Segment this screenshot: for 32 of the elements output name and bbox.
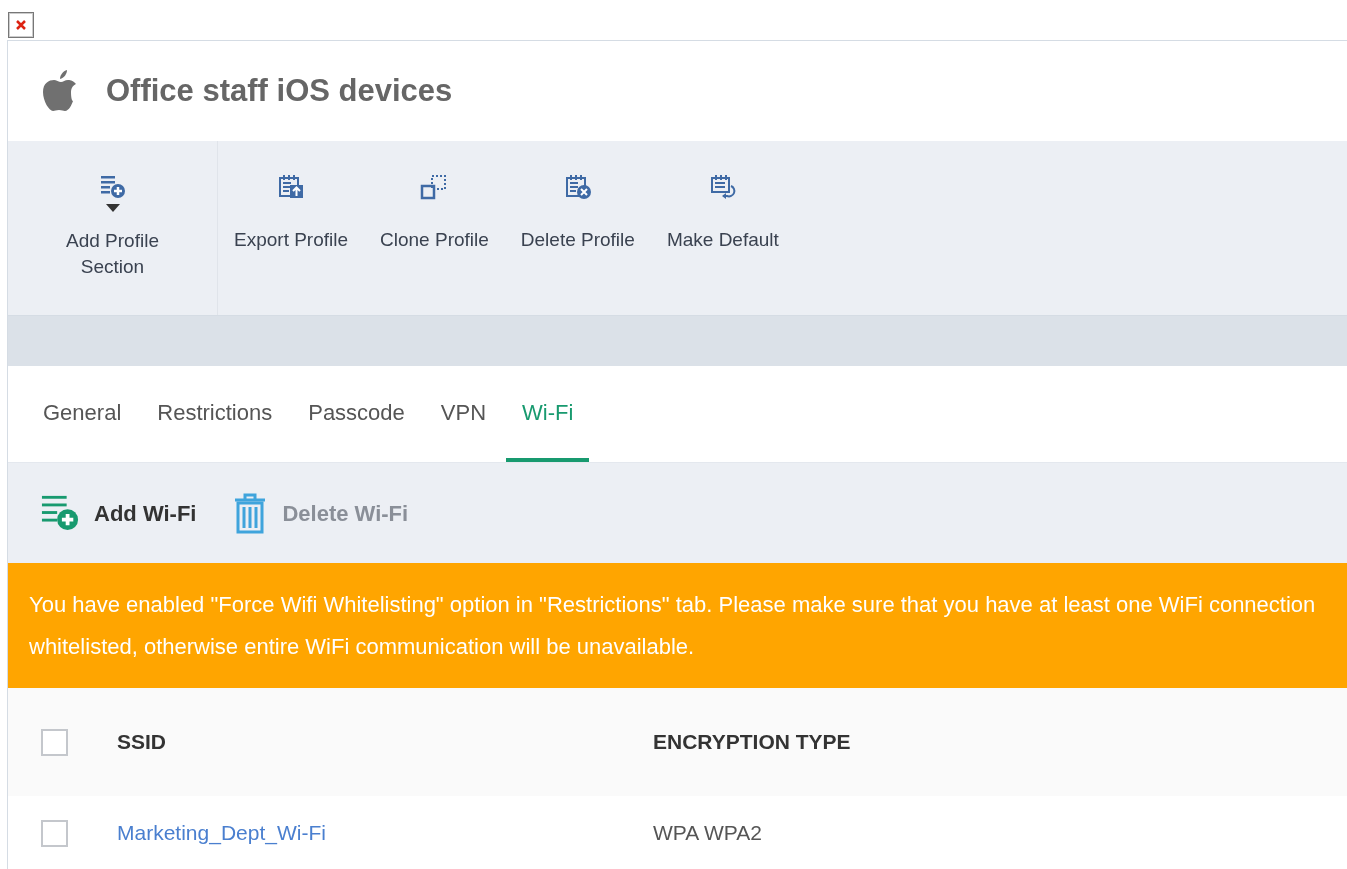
warning-message: You have enabled "Force Wifi Whitelisting" option in "Restrictions" tab. Please make sure that you have at least one WiFi connection whitelisted, otherwise entire WiFi communication will be unavailable. xyxy=(29,590,1317,661)
column-header: ENCRYPTION TYPE xyxy=(653,729,851,756)
toolbar-label: Export Profile xyxy=(234,228,349,252)
toolbar-button[interactable]: Delete Profile xyxy=(504,141,651,315)
tab[interactable]: Restrictions xyxy=(141,367,289,462)
tab[interactable]: VPN xyxy=(424,367,503,462)
profile-title: Office staff iOS devices xyxy=(106,71,453,110)
clipboard-delete-icon xyxy=(563,173,592,201)
tab[interactable]: Passcode xyxy=(292,367,421,462)
apple-icon xyxy=(40,69,78,113)
checkbox[interactable] xyxy=(41,728,68,756)
toolbar-label: Clone Profile xyxy=(380,228,489,252)
column-header: SSID xyxy=(117,729,167,756)
toolbar-button[interactable]: Make Default xyxy=(650,141,795,315)
toolbar-label: Make Default xyxy=(666,228,779,252)
tab[interactable]: General xyxy=(27,367,138,462)
toolbar-button[interactable]: Add Profile Section xyxy=(8,141,218,315)
broken-image-icon xyxy=(8,12,34,38)
toolbar-label: Add Profile Section xyxy=(65,229,160,279)
toolbar-button[interactable]: Export Profile xyxy=(218,141,365,315)
checkbox[interactable] xyxy=(41,819,68,847)
ssid-link[interactable]: Marketing_Dept_Wi-Fi xyxy=(117,821,326,845)
caret-icon xyxy=(105,204,120,212)
clipboard-return-icon xyxy=(708,173,737,201)
table-cell-text: WPA WPA2 xyxy=(653,820,762,847)
toolbar-label: Delete Profile xyxy=(520,228,635,252)
action-button[interactable]: Add Wi-Fi xyxy=(40,494,197,532)
toolbar-button[interactable]: Clone Profile xyxy=(364,141,505,315)
clone-icon xyxy=(420,173,449,201)
clipboard-upload-icon xyxy=(277,173,305,201)
list-add-icon xyxy=(99,174,126,200)
list-add-icon xyxy=(40,494,80,532)
